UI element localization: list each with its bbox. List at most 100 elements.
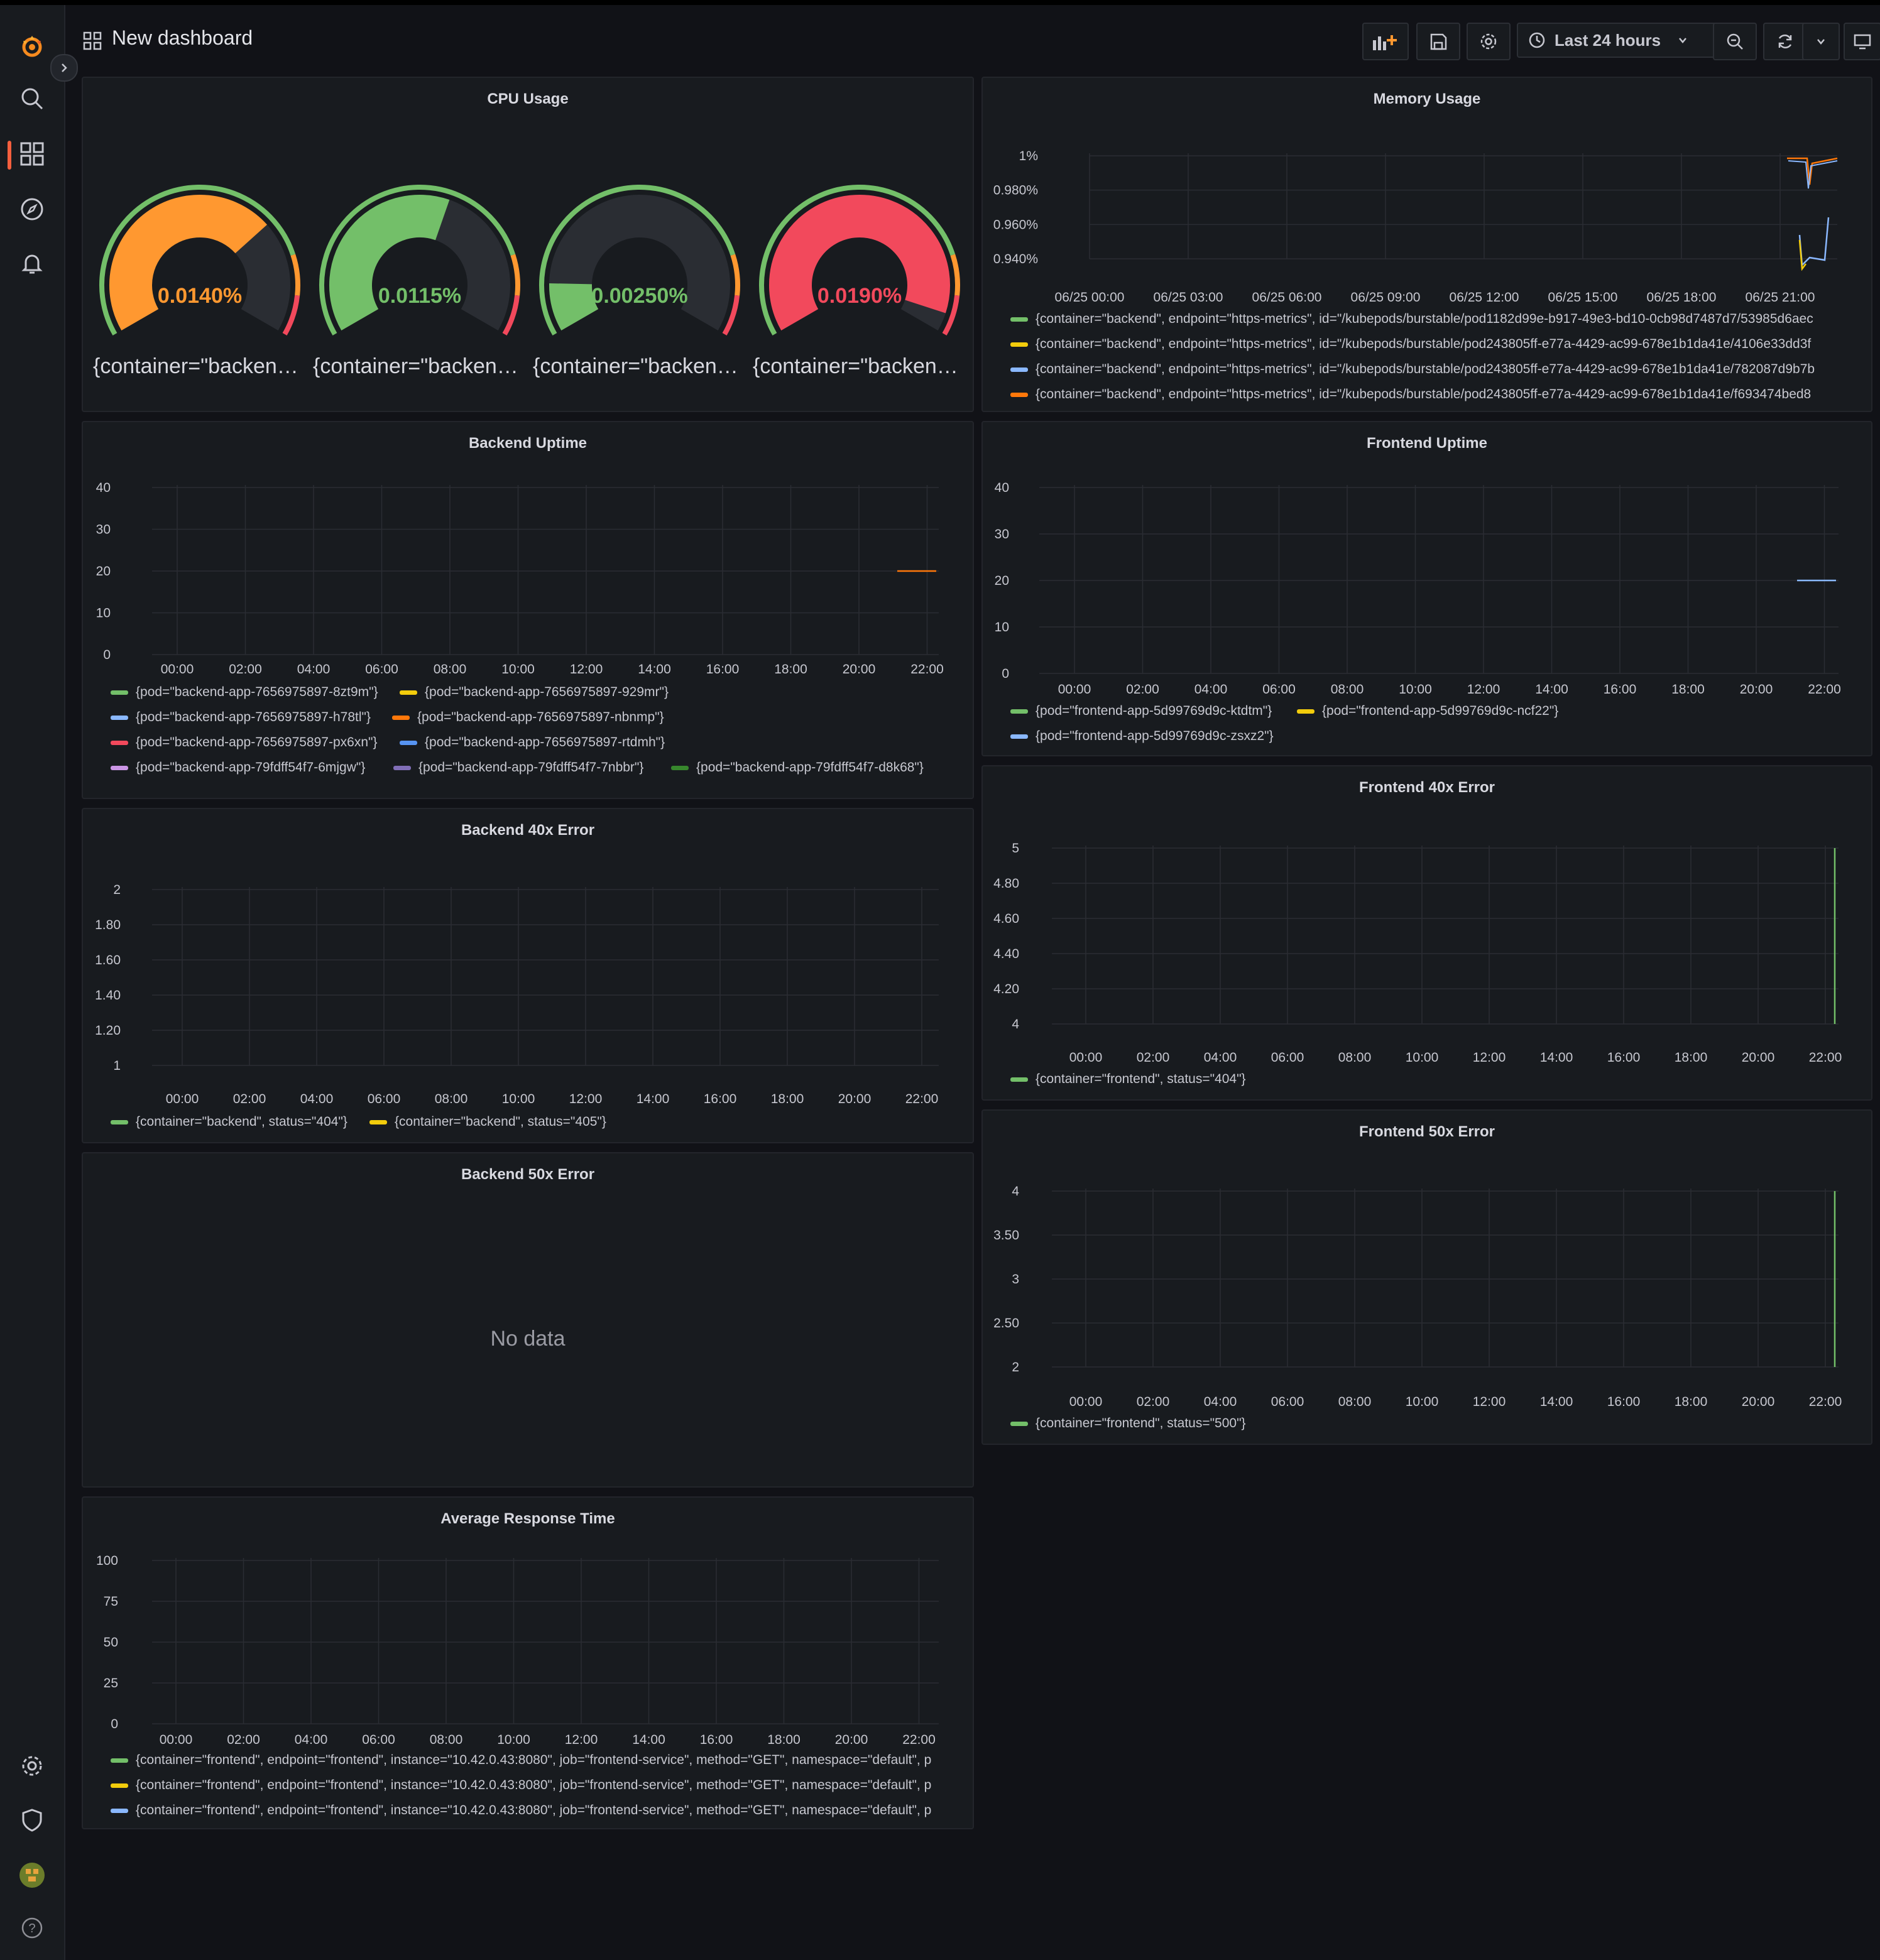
legend-item[interactable]: {pod="backend-app-79fdff54f7-6mjgw"} <box>111 760 365 775</box>
x-tick-label: 00:00 <box>166 1092 199 1106</box>
x-tick-label: 08:00 <box>430 1733 463 1747</box>
help-icon[interactable]: ? <box>14 1910 50 1946</box>
legend-item[interactable]: {pod="frontend-app-5d99769d9c-ktdtm"} <box>1010 704 1272 719</box>
legend-item[interactable]: {pod="backend-app-7656975897-px6xn"} <box>111 735 377 750</box>
search-icon[interactable] <box>14 80 50 117</box>
legend-item[interactable]: {container="backend", endpoint="https-me… <box>1010 387 1811 402</box>
zoom-out-button[interactable] <box>1713 23 1757 60</box>
y-tick-label: 20 <box>96 564 111 579</box>
legend-item[interactable]: {container="frontend", endpoint="fronten… <box>111 1778 931 1793</box>
panel-frontend-40x-error[interactable]: Frontend 40x Error 5 4.80 4.60 4.40 4.20 4 00:… <box>981 765 1872 1101</box>
legend-item[interactable]: {container="backend", status="405"} <box>369 1114 606 1130</box>
dashboards-icon[interactable] <box>14 136 50 172</box>
gauge-value-text: 0.0115% <box>378 284 461 308</box>
legend-item[interactable]: {container="frontend", endpoint="fronten… <box>111 1803 931 1818</box>
view-mode-button[interactable] <box>1844 23 1880 60</box>
dashboard-navbar: New dashboard Last 24 hours <box>65 5 1880 75</box>
gear-icon[interactable] <box>14 1748 50 1784</box>
x-tick-label: 06/25 09:00 <box>1351 290 1421 305</box>
sidebar-expand-button[interactable] <box>50 54 78 82</box>
x-tick-label: 16:00 <box>706 662 740 677</box>
save-icon <box>1430 33 1447 50</box>
legend-item[interactable]: {container="backend", endpoint="https-me… <box>1010 337 1811 352</box>
panel-average-response-time[interactable]: Average Response Time 100 75 50 25 0 00:00 02:… <box>82 1496 974 1829</box>
x-tick-label: 06/25 18:00 <box>1647 290 1717 305</box>
refresh-button[interactable] <box>1763 23 1807 60</box>
legend-item[interactable]: {pod="backend-app-79fdff54f7-7nbbr"} <box>393 760 643 775</box>
x-tick-label: 12:00 <box>565 1733 598 1747</box>
panel-memory-usage[interactable]: Memory Usage 1% 0.980% 0.960% 0.940% 06/25 0… <box>981 77 1872 412</box>
x-tick-label: 10:00 <box>502 1092 535 1106</box>
y-tick-label: 25 <box>104 1676 118 1690</box>
x-tick-label: 18:00 <box>774 662 807 677</box>
legend-swatch <box>111 740 128 745</box>
legend-label: {pod="backend-app-7656975897-929mr"} <box>425 685 669 699</box>
clock-icon <box>1529 32 1545 48</box>
gauge-label: {container="backend... <box>753 354 966 378</box>
legend-swatch <box>111 690 128 695</box>
window-top-strip <box>0 0 1880 5</box>
legend-item[interactable]: {pod="frontend-app-5d99769d9c-ncf22"} <box>1297 704 1558 719</box>
legend-item[interactable]: {pod="backend-app-79fdff54f7-d8k68"} <box>671 760 924 775</box>
legend-label: {container="frontend", endpoint="fronten… <box>136 1778 932 1792</box>
time-series-plot: 2 1.80 1.60 1.40 1.20 1 00:00 02:00 04:00 06:00 08… <box>95 883 939 1106</box>
legend-item[interactable]: {container="backend", status="404"} <box>111 1114 347 1130</box>
legend-label: {pod="backend-app-79fdff54f7-7nbbr"} <box>418 760 644 775</box>
panel-title: Backend 50x Error <box>461 1166 595 1183</box>
x-tick-label: 10:00 <box>1406 1050 1439 1065</box>
y-tick-label: 4.40 <box>993 947 1019 961</box>
panel-frontend-uptime[interactable]: Frontend Uptime 40 30 20 10 0 00:00 02:00 04:00… <box>981 421 1872 756</box>
y-tick-label: 0.960% <box>993 217 1038 232</box>
y-tick-label: 10 <box>96 606 111 621</box>
panel-backend-40x-error[interactable]: Backend 40x Error 2 1.80 1.60 1.40 1.20 1 00:0… <box>82 808 974 1143</box>
legend-item[interactable]: {pod="frontend-app-5d99769d9c-zsxz2"} <box>1010 729 1274 744</box>
legend-label: {container="frontend", endpoint="fronten… <box>136 1753 932 1767</box>
time-series-plot: 1% 0.980% 0.960% 0.940% 06/25 00:00 06/25 03:… <box>993 149 1838 305</box>
y-tick-label: 4.80 <box>993 876 1019 891</box>
panel-backend-50x-error[interactable]: Backend 50x Error No data <box>82 1152 974 1488</box>
legend-item[interactable]: {pod="backend-app-7656975897-nbnmp"} <box>392 710 664 725</box>
grafana-logo-icon[interactable] <box>14 28 50 64</box>
y-tick-label: 1.40 <box>95 988 121 1003</box>
legend-item[interactable]: {container="backend", endpoint="https-me… <box>1010 362 1815 377</box>
x-tick-label: 16:00 <box>1604 682 1637 697</box>
legend-item[interactable]: {pod="backend-app-7656975897-8zt9m"} <box>111 685 378 700</box>
compass-icon[interactable] <box>14 191 50 227</box>
legend-item[interactable]: {container="frontend", endpoint="fronten… <box>111 1753 931 1768</box>
legend-item[interactable]: {container="frontend", status="500"} <box>1010 1416 1246 1431</box>
y-tick-label: 1 <box>113 1059 121 1073</box>
dashboard-title[interactable]: New dashboard <box>112 26 253 50</box>
x-tick-label: 16:00 <box>1607 1395 1641 1409</box>
y-tick-label: 30 <box>995 527 1009 542</box>
bell-icon[interactable] <box>14 245 50 281</box>
legend-item[interactable]: {pod="backend-app-7656975897-929mr"} <box>400 685 669 700</box>
x-tick-label: 22:00 <box>1808 682 1841 697</box>
refresh-interval-dropdown[interactable] <box>1802 23 1840 60</box>
x-tick-label: 16:00 <box>1607 1050 1641 1065</box>
panel-cpu-usage[interactable]: CPU Usage 0.0140% 0.0115% 0.00250% 0.0190% … <box>82 77 974 412</box>
legend-item[interactable]: {container="frontend", status="404"} <box>1010 1072 1246 1087</box>
y-tick-label: 4.60 <box>993 912 1019 926</box>
save-dashboard-button[interactable] <box>1416 23 1460 60</box>
legend-label: {pod="backend-app-79fdff54f7-6mjgw"} <box>136 760 366 775</box>
legend-label: {container="backend", endpoint="https-me… <box>1036 312 1813 326</box>
legend-label: {pod="backend-app-7656975897-h78tl"} <box>136 710 371 724</box>
x-tick-label: 04:00 <box>1194 682 1228 697</box>
gauge-threshold-arc <box>510 254 520 296</box>
gauge-label: {container="backend... <box>313 354 527 378</box>
legend-item[interactable]: {pod="backend-app-7656975897-h78tl"} <box>111 710 371 725</box>
legend-item[interactable]: {container="backend", endpoint="https-me… <box>1010 312 1813 327</box>
x-tick-label: 18:00 <box>1675 1050 1708 1065</box>
add-panel-button[interactable] <box>1362 23 1409 60</box>
shield-icon[interactable] <box>14 1802 50 1838</box>
legend-swatch <box>400 740 417 745</box>
y-tick-label: 0.980% <box>993 183 1038 198</box>
panel-backend-uptime[interactable]: Backend Uptime 40 30 20 10 0 00:00 02:00 04:00 0… <box>82 421 974 799</box>
dashboard-settings-button[interactable] <box>1467 23 1511 60</box>
avatar[interactable] <box>14 1857 50 1893</box>
legend-item[interactable]: {pod="backend-app-7656975897-rtdmh"} <box>400 735 665 750</box>
panel-frontend-50x-error[interactable]: Frontend 50x Error 4 3.50 3 2.50 2 00:00 02:00… <box>981 1109 1872 1445</box>
time-range-label: Last 24 hours <box>1555 30 1661 50</box>
time-range-picker[interactable]: Last 24 hours <box>1517 23 1734 58</box>
chevron-down-icon <box>1817 39 1825 45</box>
